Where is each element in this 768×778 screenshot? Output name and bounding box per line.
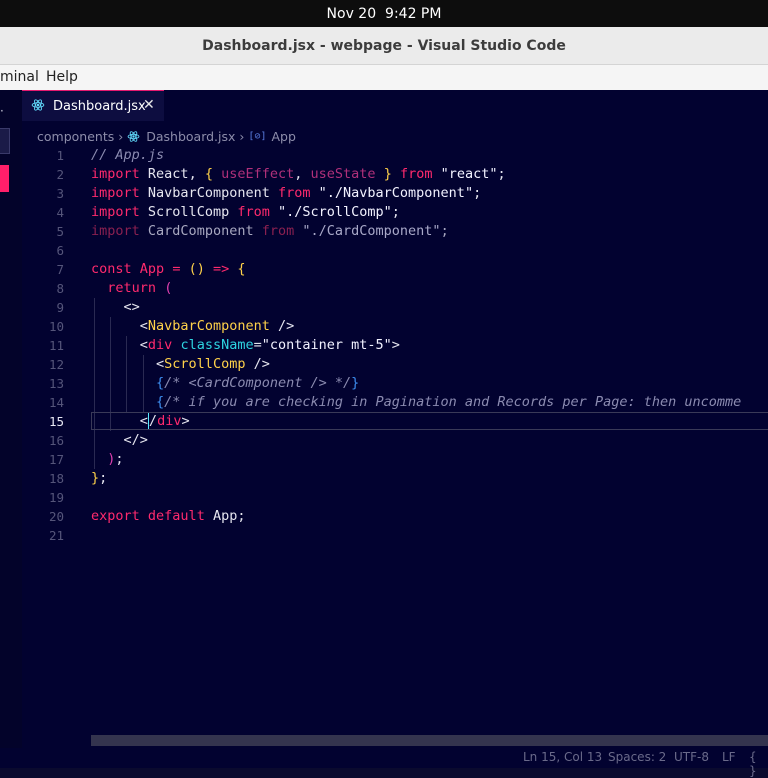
code-line[interactable]: import CardComponent from "./CardCompone… <box>91 222 768 241</box>
chevron-right-icon: › <box>239 128 245 144</box>
code-line[interactable]: </> <box>91 431 768 450</box>
code-line[interactable]: // App.js <box>91 146 768 165</box>
status-eol[interactable]: LF <box>722 750 736 764</box>
code-line-active[interactable]: </div> <box>91 412 768 431</box>
menu-item-help[interactable]: Help <box>46 69 78 85</box>
system-clock[interactable]: 9:42 PM <box>385 6 441 22</box>
status-indentation[interactable]: Spaces: 2 <box>608 750 666 764</box>
line-number: 8 <box>56 281 64 296</box>
line-number: 4 <box>56 205 64 220</box>
window-title-bar: Dashboard.jsx - webpage - Visual Studio … <box>0 27 768 65</box>
code-line[interactable]: <NavbarComponent /> <box>91 317 768 336</box>
breadcrumb: components › Dashboard.jsx › [⊘] App <box>37 128 296 144</box>
line-number: 11 <box>48 338 64 353</box>
react-icon <box>31 99 45 111</box>
system-top-bar: Nov 20 9:42 PM <box>0 0 768 27</box>
code-line[interactable]: <ScrollComp /> <box>91 355 768 374</box>
line-number: 2 <box>56 167 64 182</box>
tab-label: Dashboard.jsx <box>53 99 146 114</box>
horizontal-scrollbar[interactable] <box>91 735 768 746</box>
line-number: 19 <box>48 490 64 505</box>
code-editor[interactable]: // App.js import React, { useEffect, use… <box>91 146 768 545</box>
more-icon[interactable]: · <box>0 104 4 118</box>
line-number: 6 <box>56 243 64 258</box>
tab-dashboard-jsx[interactable]: Dashboard.jsx ✕ <box>22 90 164 121</box>
code-line[interactable]: {/* <CardComponent /> */} <box>91 374 768 393</box>
line-number: 14 <box>48 395 64 410</box>
line-number: 12 <box>48 357 64 372</box>
react-icon <box>127 130 140 142</box>
line-number: 3 <box>56 186 64 201</box>
line-number: 20 <box>48 509 64 524</box>
code-line[interactable]: export default App; <box>91 507 768 526</box>
code-line[interactable]: <div className="container mt-5"> <box>91 336 768 355</box>
close-icon[interactable]: ✕ <box>143 97 155 113</box>
line-number-gutter: 1 2 3 4 5 6 7 8 9 10 11 12 13 14 15 16 1… <box>22 146 64 545</box>
status-cursor-position[interactable]: Ln 15, Col 13 <box>523 750 602 764</box>
line-number: 21 <box>48 528 64 543</box>
line-number-active: 15 <box>48 414 64 429</box>
code-line[interactable]: return ( <box>91 279 768 298</box>
line-number: 10 <box>48 319 64 334</box>
code-line[interactable] <box>91 488 768 507</box>
symbol-variable-icon: [⊘] <box>248 130 267 142</box>
code-line[interactable]: import NavbarComponent from "./NavbarCom… <box>91 184 768 203</box>
system-date[interactable]: Nov 20 <box>327 6 377 22</box>
code-line[interactable]: {/* if you are checking in Pagination an… <box>91 393 768 412</box>
status-encoding[interactable]: UTF-8 <box>674 750 709 764</box>
sidebar-button[interactable] <box>0 128 10 154</box>
code-line[interactable]: const App = () => { <box>91 260 768 279</box>
line-number: 18 <box>48 471 64 486</box>
breadcrumb-folder[interactable]: components <box>37 129 114 144</box>
menu-bar: minal Help <box>0 65 768 90</box>
menu-item-terminal[interactable]: minal <box>0 69 39 85</box>
breadcrumb-symbol[interactable]: App <box>271 129 295 144</box>
code-line[interactable]: import React, { useEffect, useState } fr… <box>91 165 768 184</box>
line-number: 7 <box>56 262 64 277</box>
line-number: 9 <box>56 300 64 315</box>
code-line[interactable]: import ScrollComp from "./ScrollComp"; <box>91 203 768 222</box>
breadcrumb-file[interactable]: Dashboard.jsx <box>146 129 235 144</box>
line-number: 1 <box>56 148 64 163</box>
status-bar: Ln 15, Col 13 Spaces: 2 UTF-8 LF { } <box>0 748 768 778</box>
code-line[interactable]: ); <box>91 450 768 469</box>
chevron-right-icon: › <box>118 128 124 144</box>
line-number: 16 <box>48 433 64 448</box>
code-line[interactable] <box>91 241 768 260</box>
window-title: Dashboard.jsx - webpage - Visual Studio … <box>202 37 566 54</box>
line-number: 5 <box>56 224 64 239</box>
line-number: 13 <box>48 376 64 391</box>
code-line[interactable]: <> <box>91 298 768 317</box>
status-language-icon[interactable]: { } <box>749 750 768 778</box>
sidebar-highlight-button[interactable] <box>0 165 9 192</box>
sidebar-panel: · <box>0 90 22 750</box>
code-line[interactable] <box>91 526 768 545</box>
code-line[interactable]: }; <box>91 469 768 488</box>
line-number: 17 <box>48 452 64 467</box>
